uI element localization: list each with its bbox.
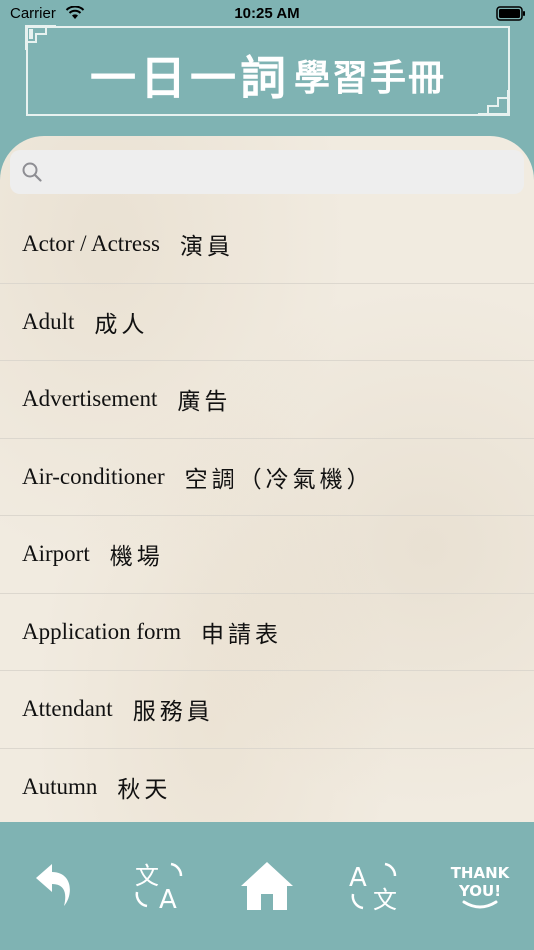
back-arrow-icon <box>36 864 70 906</box>
thank-you-label-2: YOU! <box>458 882 501 900</box>
battery-icon <box>496 6 525 21</box>
translate-en-to-zh-icon: A 文 <box>349 862 397 914</box>
svg-text:文: 文 <box>373 886 397 914</box>
word-english: Adult <box>22 308 75 334</box>
translate-zh-to-en-icon: 文 A <box>135 862 183 914</box>
word-english: Application form <box>22 618 182 644</box>
search-icon <box>22 162 42 182</box>
word-english: Air-conditioner <box>22 463 165 489</box>
word-chinese: 廣告 <box>177 389 232 416</box>
word-row[interactable]: Airport 機場 <box>0 516 534 594</box>
word-chinese: 成人 <box>94 311 149 338</box>
app-title: 一日一詞 學習手冊 <box>26 40 510 110</box>
svg-text:A: A <box>349 863 367 893</box>
title-main: 一日一詞 <box>89 51 290 105</box>
search-bar[interactable] <box>10 150 524 194</box>
thank-you-icon: THANK YOU! <box>451 864 510 909</box>
word-chinese: 演員 <box>179 234 234 261</box>
status-time: 10:25 AM <box>234 5 300 22</box>
word-chinese: 申請表 <box>201 621 283 648</box>
bottom-toolbar: 文 A A 文 THANK YOU! <box>0 822 534 950</box>
word-row[interactable]: Autumn 秋天 <box>0 749 534 823</box>
back-button[interactable] <box>20 858 84 914</box>
translate-zh-en-button[interactable]: 文 A <box>127 858 191 914</box>
translate-en-zh-button[interactable]: A 文 <box>343 858 407 914</box>
svg-text:文: 文 <box>135 862 159 890</box>
word-english: Autumn <box>22 773 98 799</box>
title-sub: 學習手冊 <box>293 58 446 99</box>
home-icon <box>241 862 293 910</box>
word-row[interactable]: Attendant 服務員 <box>0 671 534 749</box>
word-english: Actor / Actress <box>22 231 160 257</box>
word-row[interactable]: Actor / Actress 演員 <box>0 206 534 284</box>
word-row[interactable]: Adult 成人 <box>0 284 534 361</box>
word-chinese: 服務員 <box>132 699 214 726</box>
word-chinese: 空調（冷氣機） <box>184 466 374 493</box>
word-row[interactable]: Application form 申請表 <box>0 594 534 671</box>
home-button[interactable] <box>235 858 299 914</box>
status-bar: Carrier 10:25 AM <box>0 0 534 28</box>
word-english: Airport <box>22 541 90 567</box>
search-input[interactable] <box>50 150 514 194</box>
word-row[interactable]: Advertisement 廣告 <box>0 361 534 439</box>
svg-text:A: A <box>159 885 177 914</box>
word-chinese: 秋天 <box>117 776 172 803</box>
thank-you-label-1: THANK <box>451 864 510 882</box>
word-list-panel: Actor / Actress 演員 Adult 成人 Advertisemen… <box>0 136 534 822</box>
word-row[interactable]: Air-conditioner 空調（冷氣機） <box>0 439 534 516</box>
word-chinese: 機場 <box>109 544 164 571</box>
word-list: Actor / Actress 演員 Adult 成人 Advertisemen… <box>0 206 534 822</box>
word-english: Advertisement <box>22 386 158 412</box>
thank-you-button[interactable]: THANK YOU! <box>448 858 512 914</box>
word-english: Attendant <box>22 696 113 722</box>
